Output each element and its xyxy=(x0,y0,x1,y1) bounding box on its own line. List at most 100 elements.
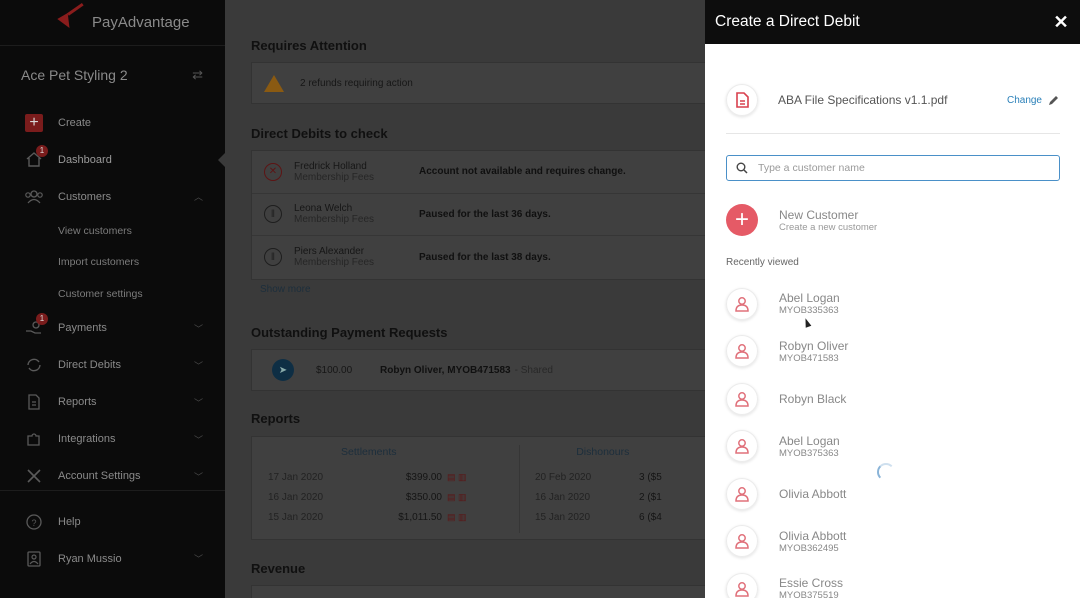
user-icon xyxy=(735,391,749,407)
settlement-row[interactable]: 17 Jan 2020 $399.00 ▤ ▥ xyxy=(252,467,519,487)
nav-item-account-settings[interactable]: Account Settings ﹀ xyxy=(0,458,225,495)
new-customer-title: New Customer xyxy=(779,207,859,222)
customer-id: MYOB375519 xyxy=(779,590,839,598)
recent-customer-row[interactable]: Abel Logan MYOB375363 xyxy=(726,423,1060,471)
sidebar: PayAdvantage Ace Pet Styling 2 ⇄ + Creat… xyxy=(0,0,225,598)
request-amount: $100.00 xyxy=(316,364,353,376)
loading-spinner-icon xyxy=(877,463,895,481)
recent-customer-row[interactable]: Robyn Black xyxy=(726,375,1060,423)
payment-request-card[interactable]: ➤ $100.00 Robyn Oliver, MYOB471583 - Sha… xyxy=(251,349,721,391)
dishonours-list: 20 Feb 2020 3 ($5 16 Jan 2020 2 ($1 15 J… xyxy=(519,467,662,527)
requires-attention-card[interactable]: 2 refunds requiring action xyxy=(251,62,721,104)
chevron-down-icon: ﹀ xyxy=(193,554,203,564)
nav-item-dashboard[interactable]: 1 Dashboard xyxy=(0,141,225,178)
nav-subitem-customer-settings[interactable]: Customer settings xyxy=(0,278,225,310)
svg-text:?: ? xyxy=(31,518,36,528)
direct-debit-row[interactable]: ‖ Piers Alexander Membership Fees Paused… xyxy=(252,236,720,279)
dishonours-link[interactable]: Dishonours xyxy=(486,446,720,458)
users-icon xyxy=(25,189,43,203)
show-more-link[interactable]: Show more xyxy=(260,284,311,295)
customer-search-input[interactable] xyxy=(758,162,1038,174)
plan-name: Membership Fees xyxy=(294,214,375,226)
divider xyxy=(726,133,1060,134)
direct-debit-row[interactable]: ‖ Leona Welch Membership Fees Paused for… xyxy=(252,194,720,236)
dishonour-row[interactable]: 16 Jan 2020 2 ($1 xyxy=(519,487,662,507)
reports-card: Settlements Dishonours 17 Jan 2020 $399.… xyxy=(251,436,721,540)
customer-name: Essie Cross xyxy=(779,576,844,591)
chevron-down-icon: ﹀ xyxy=(193,360,203,371)
nav-label: Create xyxy=(58,116,92,129)
nav-item-customers[interactable]: Customers ︿ xyxy=(0,178,225,215)
change-file-link[interactable]: Change xyxy=(1007,94,1060,107)
brand-logo[interactable]: PayAdvantage xyxy=(0,0,225,46)
nav-label: Direct Debits xyxy=(58,359,121,371)
org-name: Ace Pet Styling 2 xyxy=(21,67,128,83)
revenue-title: Revenue xyxy=(251,561,306,576)
nav-item-create[interactable]: + Create xyxy=(0,104,225,141)
org-switcher[interactable]: Ace Pet Styling 2 ⇄ xyxy=(0,46,225,104)
customer-name: Robyn Black xyxy=(779,391,847,406)
nav-item-payments[interactable]: 1 Payments ﹀ xyxy=(0,310,225,347)
reports-title: Reports xyxy=(251,411,301,426)
dishonour-row[interactable]: 20 Feb 2020 3 ($5 xyxy=(519,467,662,487)
nav-label: Dashboard xyxy=(58,153,112,166)
status-message: Paused for the last 36 days. xyxy=(419,208,551,220)
user-icon xyxy=(735,296,749,312)
settlement-row[interactable]: 16 Jan 2020 $350.00 ▤ ▥ xyxy=(252,487,519,507)
user-icon xyxy=(735,486,749,502)
document-icon xyxy=(28,394,40,410)
create-direct-debit-panel: Create a Direct Debit ✕ ABA File Specifi… xyxy=(705,0,1080,598)
nav-label: Payments xyxy=(58,322,107,334)
export-icons[interactable]: ▤ ▥ xyxy=(447,492,469,503)
pdf-file-icon xyxy=(735,92,749,108)
chevron-down-icon: ﹀ xyxy=(193,397,203,408)
customer-search-box[interactable] xyxy=(726,155,1060,181)
export-icons[interactable]: ▤ ▥ xyxy=(447,512,469,523)
user-icon xyxy=(735,581,749,597)
recent-customer-row[interactable]: Olivia Abbott MYOB362495 xyxy=(726,518,1060,566)
plan-name: Membership Fees xyxy=(294,257,375,269)
pause-circle-icon: ‖ xyxy=(264,205,282,224)
settlements-link[interactable]: Settlements xyxy=(252,446,486,458)
panel-title: Create a Direct Debit xyxy=(715,13,860,30)
nav-item-user-profile[interactable]: Ryan Mussio ﹀ xyxy=(0,540,225,577)
recently-viewed-label: Recently viewed xyxy=(726,257,799,268)
error-circle-icon: ✕ xyxy=(264,162,282,181)
user-icon xyxy=(735,344,749,359)
send-icon: ➤ xyxy=(272,359,294,381)
nav-label: Customers xyxy=(58,190,112,203)
recent-customers-list: Abel Logan MYOB335363 Robyn Oliver MYOB4715… xyxy=(726,280,1060,598)
customer-name: Piers Alexander xyxy=(294,246,365,258)
nav-item-help[interactable]: ? Help xyxy=(0,503,225,540)
settlement-row[interactable]: 15 Jan 2020 $1,011.50 ▤ ▥ xyxy=(252,507,519,527)
nav-subitem-import-customers[interactable]: Import customers xyxy=(0,247,225,279)
nav-item-direct-debits[interactable]: Direct Debits ﹀ xyxy=(0,347,225,384)
recent-customer-row[interactable]: Abel Logan MYOB335363 xyxy=(726,280,1060,328)
requires-attention-title: Requires Attention xyxy=(251,38,367,53)
request-tag: - Shared xyxy=(514,364,553,376)
brand-name: PayAdvantage xyxy=(92,14,190,31)
panel-header: Create a Direct Debit ✕ xyxy=(705,0,1080,44)
export-icons[interactable]: ▤ ▥ xyxy=(447,472,469,483)
nav-label: Help xyxy=(58,515,81,528)
nav-label: Ryan Mussio xyxy=(58,552,122,565)
direct-debit-row[interactable]: ✕ Fredrick Holland Membership Fees Accou… xyxy=(252,151,720,194)
nav-item-integrations[interactable]: Integrations ﹀ xyxy=(0,421,225,458)
nav-item-reports[interactable]: Reports ﹀ xyxy=(0,384,225,421)
plus-circle-icon: + xyxy=(726,204,758,236)
search-icon xyxy=(736,162,748,174)
customer-id: MYOB362495 xyxy=(779,542,839,554)
status-message: Paused for the last 38 days. xyxy=(419,251,551,263)
chevron-down-icon: ﹀ xyxy=(193,323,203,334)
nav-subitem-view-customers[interactable]: View customers xyxy=(0,215,225,247)
repeat-icon xyxy=(27,358,41,372)
switch-arrows-icon[interactable]: ⇄ xyxy=(192,67,203,83)
dishonour-row[interactable]: 15 Jan 2020 6 ($4 xyxy=(519,507,662,527)
recent-customer-row[interactable]: Essie Cross MYOB375519 xyxy=(726,565,1060,598)
chevron-down-icon: ﹀ xyxy=(193,471,203,482)
file-name: ABA File Specifications v1.1.pdf xyxy=(778,93,948,107)
recent-customer-row[interactable]: Robyn Oliver MYOB471583 xyxy=(726,328,1060,376)
new-customer-button[interactable]: + New Customer Create a new customer xyxy=(726,204,877,236)
close-icon[interactable]: ✕ xyxy=(1052,12,1070,33)
nav-label: Account Settings xyxy=(58,470,141,482)
